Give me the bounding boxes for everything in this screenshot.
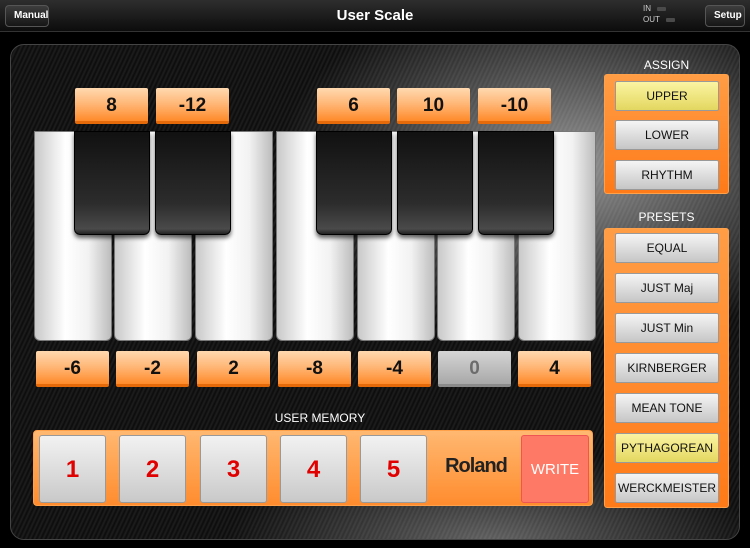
presets-panel: EQUAL JUST Maj JUST Min KIRNBERGER MEAN … xyxy=(604,228,729,508)
black-key-f-sharp[interactable] xyxy=(316,131,392,235)
memory-slot-1-button[interactable]: 1 xyxy=(39,435,106,503)
white-key-value[interactable]: -2 xyxy=(116,351,189,387)
memory-slot-5-button[interactable]: 5 xyxy=(360,435,427,503)
preset-just-maj-button[interactable]: JUST Maj xyxy=(615,273,719,303)
black-key-value[interactable]: 8 xyxy=(75,88,148,124)
out-label: OUT xyxy=(643,15,660,24)
preset-just-min-button[interactable]: JUST Min xyxy=(615,313,719,343)
in-label: IN xyxy=(643,4,651,13)
white-key-value[interactable]: 2 xyxy=(197,351,270,387)
assign-rhythm-button[interactable]: RHYTHM xyxy=(615,160,719,190)
black-key-value[interactable]: 6 xyxy=(317,88,390,124)
setup-button[interactable]: Setup xyxy=(705,5,745,27)
page-title: User Scale xyxy=(336,7,414,24)
user-memory-label: USER MEMORY xyxy=(274,411,366,425)
preset-werckmeister-button[interactable]: WERCKMEISTER xyxy=(615,473,719,503)
preset-equal-button[interactable]: EQUAL xyxy=(615,233,719,263)
white-key-value[interactable]: 0 xyxy=(438,351,511,387)
keyboard xyxy=(34,131,596,341)
black-key-value[interactable]: -12 xyxy=(156,88,229,124)
memory-slot-3-button[interactable]: 3 xyxy=(200,435,267,503)
preset-kirnberger-button[interactable]: KIRNBERGER xyxy=(615,353,719,383)
memory-slot-2-button[interactable]: 2 xyxy=(119,435,186,503)
white-key-value[interactable]: 4 xyxy=(518,351,591,387)
white-key-value[interactable]: -8 xyxy=(278,351,351,387)
black-key-c-sharp[interactable] xyxy=(74,131,150,235)
black-key-d-sharp[interactable] xyxy=(155,131,231,235)
assign-label: ASSIGN xyxy=(643,58,690,72)
preset-pythagorean-button[interactable]: PYTHAGOREAN xyxy=(615,433,719,463)
black-key-a-sharp[interactable] xyxy=(478,131,554,235)
assign-lower-button[interactable]: LOWER xyxy=(615,120,719,150)
white-key-value[interactable]: -6 xyxy=(36,351,109,387)
out-led-icon xyxy=(665,17,675,22)
user-memory-panel: 1 2 3 4 5 Roland WRITE xyxy=(33,430,593,506)
in-led-icon xyxy=(657,6,666,11)
preset-mean-tone-button[interactable]: MEAN TONE xyxy=(615,393,719,423)
memory-slot-4-button[interactable]: 4 xyxy=(280,435,347,503)
white-key-value[interactable]: -4 xyxy=(358,351,431,387)
assign-panel: UPPER LOWER RHYTHM xyxy=(604,74,729,194)
top-bar: Manual User Scale IN OUT Setup xyxy=(0,0,750,32)
assign-upper-button[interactable]: UPPER xyxy=(615,81,719,111)
midi-io-indicator: IN OUT xyxy=(643,3,675,25)
roland-logo: Roland xyxy=(445,455,508,477)
write-button[interactable]: WRITE xyxy=(521,435,589,503)
black-key-value[interactable]: 10 xyxy=(397,88,470,124)
black-key-g-sharp[interactable] xyxy=(397,131,473,235)
black-key-value[interactable]: -10 xyxy=(478,88,551,124)
presets-label: PRESETS xyxy=(638,210,695,224)
